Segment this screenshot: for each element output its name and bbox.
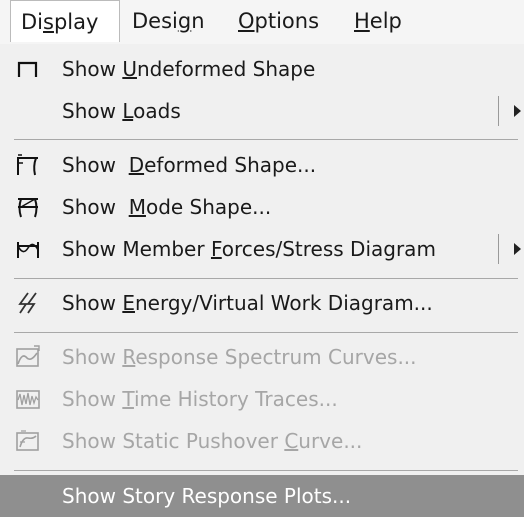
submenu-arrow-icon: [514, 243, 521, 255]
menu-item-show-member-forces[interactable]: Show Member Forces/Stress Diagram: [0, 228, 524, 270]
menu-help[interactable]: Help: [344, 0, 412, 42]
pushover-curve-icon: [14, 428, 42, 454]
mode-shape-icon: [14, 194, 42, 220]
menu-item-show-story-response-plots[interactable]: Show Story Response Plots...: [0, 475, 524, 517]
menu-options-label: Options: [238, 9, 320, 33]
menu-item-show-undeformed-shape[interactable]: Show Undeformed Shape: [0, 48, 524, 90]
menu-item-show-time-history[interactable]: Show Time History Traces...: [0, 378, 524, 420]
menu-design-label: Design: [132, 9, 205, 33]
menu-options[interactable]: Options: [228, 0, 329, 42]
menu-display[interactable]: Display: [10, 0, 120, 42]
submenu-divider: [498, 96, 499, 126]
deformed-shape-icon: [14, 152, 42, 178]
menu-separator: [14, 139, 518, 140]
menu-item-label: Show Response Spectrum Curves...: [62, 345, 417, 369]
menu-separator: [14, 470, 518, 471]
undeformed-shape-icon: [14, 56, 42, 82]
display-dropdown-menu: Show Undeformed Shape Show Loads Show De…: [0, 44, 524, 517]
member-forces-icon: [14, 236, 42, 262]
energy-icon: [14, 290, 42, 316]
menu-item-label: Show Energy/Virtual Work Diagram...: [62, 291, 433, 315]
menu-bar: Display Design Options Help: [0, 0, 524, 44]
menu-item-label: Show Time History Traces...: [62, 387, 338, 411]
menu-item-show-mode-shape[interactable]: Show Mode Shape...: [0, 186, 524, 228]
menu-item-show-energy-diagram[interactable]: Show Energy/Virtual Work Diagram...: [0, 282, 524, 324]
menu-item-label: Show Story Response Plots...: [62, 484, 352, 508]
menu-item-show-response-spectrum[interactable]: Show Response Spectrum Curves...: [0, 336, 524, 378]
submenu-arrow-icon: [514, 105, 521, 117]
response-spectrum-icon: [14, 344, 42, 370]
menu-item-label: Show Undeformed Shape: [62, 57, 316, 81]
menu-design[interactable]: Design: [122, 0, 215, 42]
menu-item-label: Show Static Pushover Curve...: [62, 429, 363, 453]
menu-item-show-pushover-curve[interactable]: Show Static Pushover Curve...: [0, 420, 524, 462]
menu-item-label: Show Mode Shape...: [62, 195, 272, 219]
menu-item-label: Show Deformed Shape...: [62, 153, 317, 177]
menu-item-show-deformed-shape[interactable]: Show Deformed Shape...: [0, 144, 524, 186]
menu-separator: [14, 278, 518, 279]
menu-item-label: Show Loads: [62, 99, 181, 123]
menu-item-label: Show Member Forces/Stress Diagram: [62, 237, 436, 261]
submenu-divider: [498, 234, 499, 264]
menu-separator: [14, 332, 518, 333]
menu-help-label: Help: [354, 9, 402, 33]
time-history-icon: [14, 386, 42, 412]
menu-display-label: Display: [21, 10, 99, 34]
menu-item-show-loads[interactable]: Show Loads: [0, 90, 524, 132]
